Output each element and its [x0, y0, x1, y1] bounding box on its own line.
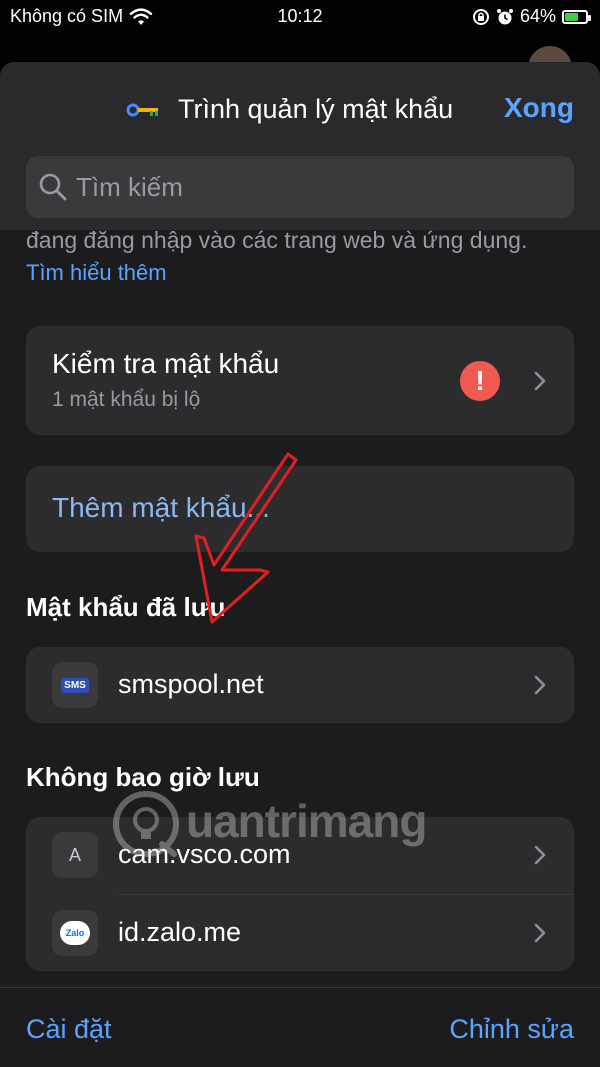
- chevron-right-icon: [534, 675, 546, 695]
- learn-more-link[interactable]: Tìm hiểu thêm: [26, 260, 167, 286]
- battery-percent: 64%: [519, 6, 556, 26]
- add-password-button[interactable]: Thêm mật khẩu...: [26, 466, 574, 552]
- letter-favicon-icon: A: [68, 844, 81, 865]
- password-check-subtitle: 1 mật khẩu bị lộ: [52, 388, 201, 411]
- chevron-right-icon: [534, 845, 546, 865]
- status-bar: Không có SIM 10:12 64%: [0, 0, 600, 36]
- never-saved-heading: Không bao giờ lưu: [26, 762, 260, 792]
- chevron-right-icon: [534, 371, 546, 391]
- search-bar[interactable]: [26, 156, 574, 218]
- search-input[interactable]: [76, 171, 556, 203]
- warning-icon: !: [460, 361, 500, 401]
- edit-button[interactable]: Chỉnh sửa: [449, 1014, 574, 1045]
- settings-button[interactable]: Cài đặt: [26, 1014, 112, 1045]
- saved-passwords-heading: Mật khẩu đã lưu: [26, 592, 226, 622]
- list-item[interactable]: SMS smspool.net: [26, 647, 574, 723]
- list-item[interactable]: A cam.vsco.com: [26, 817, 574, 893]
- saved-passwords-list: SMS smspool.net: [26, 647, 574, 723]
- list-item[interactable]: Zalo id.zalo.me: [26, 895, 574, 971]
- title-row: Trình quản lý mật khẩu Xong: [0, 92, 600, 128]
- sheet-header: Trình quản lý mật khẩu Xong: [0, 62, 600, 230]
- done-button[interactable]: Xong: [504, 92, 574, 124]
- site-favicon-icon: Zalo: [52, 910, 98, 956]
- add-password-label: Thêm mật khẩu...: [52, 492, 270, 523]
- chevron-right-icon: [534, 923, 546, 943]
- search-icon: [39, 173, 67, 201]
- site-favicon-icon: SMS: [52, 662, 98, 708]
- battery-charging-icon: [562, 9, 591, 24]
- site-favicon-icon: A: [52, 832, 98, 878]
- sms-favicon-icon: SMS: [61, 677, 89, 693]
- battery-level: [565, 12, 578, 21]
- password-manager-sheet: đang đăng nhập vào các trang web và ứng …: [0, 62, 600, 1067]
- site-label: id.zalo.me: [118, 917, 242, 947]
- intro-text: đang đăng nhập vào các trang web và ứng …: [26, 227, 528, 253]
- page-title: Trình quản lý mật khẩu: [178, 94, 454, 124]
- site-label: cam.vsco.com: [118, 839, 291, 869]
- bottom-toolbar: Cài đặt Chỉnh sửa: [0, 987, 600, 1067]
- password-check-title: Kiểm tra mật khẩu: [52, 348, 280, 379]
- zalo-favicon-icon: Zalo: [60, 921, 90, 945]
- password-check-card[interactable]: Kiểm tra mật khẩu 1 mật khẩu bị lộ !: [26, 326, 574, 435]
- never-saved-list: A cam.vsco.com Zalo id.zalo.me: [26, 817, 574, 971]
- orientation-lock-icon: [472, 8, 489, 25]
- site-label: smspool.net: [118, 669, 264, 699]
- key-icon: [126, 103, 158, 117]
- status-icons: 64%: [472, 6, 591, 27]
- alarm-icon: [496, 8, 513, 24]
